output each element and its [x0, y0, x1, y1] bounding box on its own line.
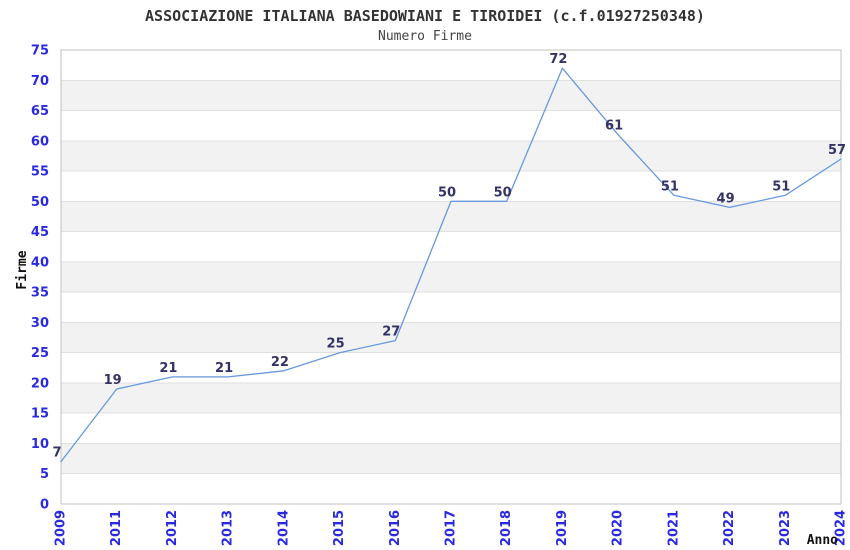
plot-band: [61, 443, 841, 474]
data-point-label: 50: [494, 185, 512, 200]
data-point-label: 61: [605, 119, 623, 134]
data-point-label: 51: [772, 179, 790, 194]
y-tick-label: 25: [31, 346, 49, 361]
plot-band: [61, 231, 841, 262]
x-tick-label: 2009: [54, 510, 69, 546]
y-tick-label: 55: [31, 165, 49, 180]
y-tick-label: 60: [31, 134, 49, 149]
y-tick-label: 20: [31, 376, 49, 391]
data-point-label: 51: [661, 179, 679, 194]
plot-band: [61, 352, 841, 383]
plot-band: [61, 80, 841, 111]
y-tick-label: 40: [31, 255, 49, 270]
y-tick-label: 35: [31, 286, 49, 301]
data-point-label: 72: [549, 52, 567, 67]
y-tick-label: 50: [31, 195, 49, 210]
data-point-label: 21: [215, 361, 233, 376]
plot-band: [61, 382, 841, 414]
y-tick-label: 30: [31, 316, 49, 331]
x-tick-label: 2013: [221, 510, 236, 546]
y-axis-title: Firme: [15, 250, 30, 289]
plot-band: [61, 413, 841, 444]
data-point-label: 19: [104, 373, 122, 388]
y-tick-label: 45: [31, 225, 49, 240]
y-tick-label: 0: [40, 498, 49, 513]
data-point-label: 50: [438, 185, 456, 200]
x-tick-label: 2020: [611, 510, 626, 546]
plot-band: [61, 473, 841, 504]
y-axis-tick-labels: 0 5 10 15 20 25 30 35 40 45 50 55 60 65 70 75: [31, 44, 49, 513]
x-tick-label: 2022: [722, 510, 737, 546]
x-tick-label: 2011: [109, 510, 124, 546]
y-tick-label: 70: [31, 74, 49, 89]
y-tick-label: 5: [40, 467, 49, 482]
x-tick-label: 2021: [666, 510, 681, 546]
data-point-label: 27: [382, 325, 400, 340]
x-axis-tick-labels: 2009 2011 2012 2013 2014 2015 2016 2017 2018 2019…: [54, 510, 849, 546]
plot-band: [61, 322, 841, 353]
line-chart-svg: 0510152025303540455055606570752009 2011 20…: [15, 44, 849, 549]
plot-band: [61, 292, 841, 323]
x-tick-label: 2019: [555, 510, 570, 546]
plot-bands: [61, 50, 841, 504]
x-tick-label: 2012: [165, 510, 180, 546]
y-tick-label: 10: [31, 437, 49, 452]
data-point-label: 57: [828, 143, 846, 158]
plot-band: [61, 140, 841, 172]
x-tick-label: 2014: [276, 510, 291, 546]
y-tick-label: 15: [31, 407, 49, 422]
data-point-label: 21: [159, 361, 177, 376]
plot-band: [61, 261, 841, 293]
x-tick-label: 2015: [332, 510, 347, 546]
data-point-label: 7: [52, 446, 61, 461]
x-tick-label: 2016: [388, 510, 403, 546]
x-tick-label: 2018: [499, 510, 514, 546]
data-point-label: 25: [327, 337, 345, 352]
data-point-label: 49: [717, 191, 735, 206]
y-tick-label: 65: [31, 104, 49, 119]
x-tick-label: 2023: [778, 510, 793, 546]
line-chart-container: ASSOCIAZIONE ITALIANA BASEDOWIANI E TIRO…: [0, 0, 850, 550]
x-tick-label: 2017: [444, 510, 459, 546]
plot-band: [61, 50, 841, 81]
x-axis-title: Anno: [807, 533, 838, 548]
y-tick-label: 75: [31, 44, 49, 59]
data-point-label: 22: [271, 355, 289, 370]
plot-band: [61, 110, 841, 141]
